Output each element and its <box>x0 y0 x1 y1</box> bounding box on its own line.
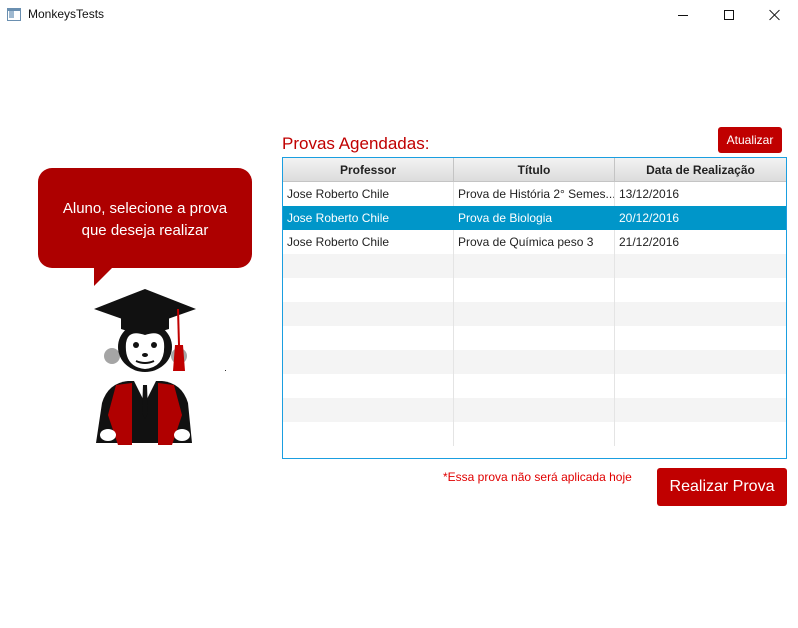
table-row-empty[interactable] <box>283 278 786 302</box>
speech-line-2: que deseja realizar <box>81 222 209 239</box>
cell-data <box>615 398 786 422</box>
close-icon <box>769 9 781 21</box>
section-title: Provas Agendadas: <box>282 134 430 153</box>
cell-titulo <box>454 278 615 302</box>
close-button[interactable] <box>752 0 798 30</box>
speech-bubble: Aluno, selecione a prova que deseja real… <box>38 168 252 268</box>
cell-professor: Jose Roberto Chile <box>283 182 454 206</box>
exams-table[interactable]: Professor Título Data de Realização Jose… <box>282 157 787 459</box>
cell-professor: Jose Roberto Chile <box>283 206 454 230</box>
speech-bubble-tail <box>94 266 114 286</box>
table-body: Jose Roberto Chile Prova de História 2° S… <box>283 182 786 446</box>
cell-titulo <box>454 398 615 422</box>
app-window-icon <box>7 8 21 21</box>
table-row-empty[interactable] <box>283 374 786 398</box>
cell-titulo <box>454 350 615 374</box>
cell-professor: Jose Roberto Chile <box>283 230 454 254</box>
cell-data <box>615 350 786 374</box>
table-row-empty[interactable] <box>283 350 786 374</box>
cell-titulo <box>454 422 615 446</box>
maximize-button[interactable] <box>706 0 752 30</box>
minimize-icon <box>678 14 688 16</box>
cell-data <box>615 374 786 398</box>
graduate-monkey-icon <box>88 285 200 450</box>
cell-data <box>615 254 786 278</box>
column-header-data[interactable]: Data de Realização <box>615 158 786 181</box>
cell-professor <box>283 302 454 326</box>
table-row-empty[interactable] <box>283 302 786 326</box>
cell-titulo <box>454 326 615 350</box>
cell-data: 20/12/2016 <box>619 211 680 225</box>
cell-professor <box>283 422 454 446</box>
cell-data: 13/12/2016 <box>619 187 680 201</box>
cell-data: 21/12/2016 <box>619 235 680 249</box>
speech-bubble-text: Aluno, selecione a prova que deseja real… <box>38 198 252 242</box>
column-header-professor[interactable]: Professor <box>283 158 454 181</box>
column-header-titulo[interactable]: Título <box>454 158 615 181</box>
cell-data <box>615 326 786 350</box>
maximize-icon <box>724 10 734 20</box>
cell-professor <box>283 350 454 374</box>
cell-titulo: Prova de História 2° Semes... <box>454 182 615 206</box>
stray-dot <box>225 370 226 371</box>
cell-titulo: Prova de Química peso 3 <box>454 230 615 254</box>
table-row[interactable]: Jose Roberto Chile Prova de Química peso … <box>283 230 786 254</box>
refresh-button[interactable]: Atualizar <box>718 127 782 153</box>
cell-titulo <box>454 374 615 398</box>
table-row[interactable]: Jose Roberto Chile Prova de História 2° S… <box>283 182 786 206</box>
title-bar: MonkeysTests <box>0 0 798 30</box>
table-row-empty[interactable] <box>283 398 786 422</box>
cell-data <box>615 422 786 446</box>
cell-data <box>615 278 786 302</box>
table-row-empty[interactable] <box>283 254 786 278</box>
table-header: Professor Título Data de Realização <box>283 158 786 182</box>
table-row[interactable]: Jose Roberto Chile Prova de Biologia 20/12… <box>283 206 786 230</box>
table-row-empty[interactable] <box>283 326 786 350</box>
cell-data <box>615 302 786 326</box>
cell-professor <box>283 278 454 302</box>
submit-exam-button[interactable]: Realizar Prova <box>657 468 787 506</box>
cell-professor <box>283 254 454 278</box>
cell-professor <box>283 326 454 350</box>
cell-professor <box>283 374 454 398</box>
warning-text: *Essa prova não será aplicada hoje <box>443 470 632 484</box>
cell-titulo: Prova de Biologia <box>454 206 615 230</box>
minimize-button[interactable] <box>660 0 706 30</box>
speech-line-1: Aluno, selecione a prova <box>62 200 228 217</box>
table-row-empty[interactable] <box>283 422 786 446</box>
cell-titulo <box>454 254 615 278</box>
cell-professor <box>283 398 454 422</box>
window-title: MonkeysTests <box>28 7 105 21</box>
cell-titulo <box>454 302 615 326</box>
